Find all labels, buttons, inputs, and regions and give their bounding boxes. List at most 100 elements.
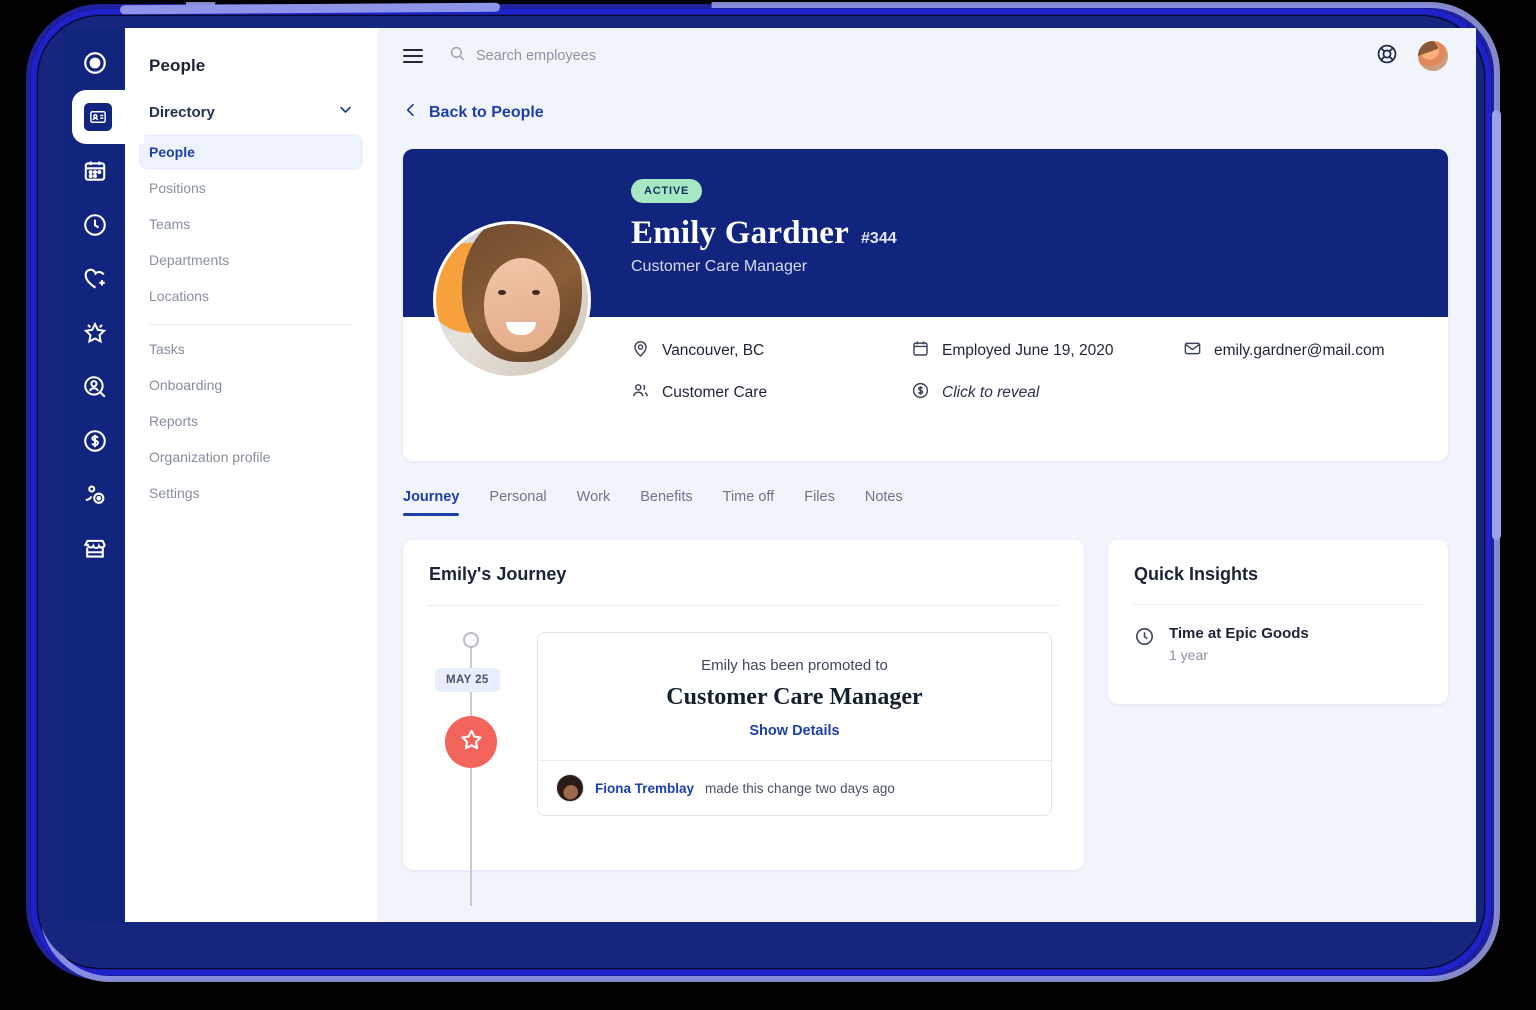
sidebar-item-departments[interactable]: Departments: [139, 242, 363, 278]
back-to-people-link[interactable]: Back to People: [377, 84, 1476, 123]
sidebar-item-reports[interactable]: Reports: [125, 403, 377, 439]
sidebar-item-teams[interactable]: Teams: [139, 206, 363, 242]
calendar-icon: [911, 339, 930, 363]
app-window: People Directory People Positions Teams …: [64, 28, 1476, 922]
quick-insights-card: Quick Insights Time at Epic Goods 1 year: [1108, 540, 1448, 704]
tab-personal[interactable]: Personal: [489, 489, 546, 516]
info-employed-date: Employed June 19, 2020: [911, 339, 1183, 363]
rail-item-payroll[interactable]: [64, 414, 125, 468]
rail-item-recruiting[interactable]: [64, 360, 125, 414]
info-location-text: Vancouver, BC: [662, 342, 765, 359]
topbar: Search employees: [377, 28, 1476, 84]
employee-id: #344: [861, 230, 897, 247]
employee-profile-card: ACTIVE Emily Gardner #344 Customer Care …: [403, 149, 1448, 461]
info-department-text: Customer Care: [662, 384, 768, 401]
help-icon[interactable]: [1376, 43, 1398, 70]
profile-tabs: Journey Personal Work Benefits Time off …: [377, 461, 1476, 516]
profile-info-grid: Vancouver, BC Employed June 19, 2020 emi…: [631, 339, 1448, 405]
sidebar-item-settings[interactable]: Settings: [125, 475, 377, 511]
insight-text-wrap: Time at Epic Goods 1 year: [1169, 625, 1309, 663]
clock-icon: [1134, 625, 1155, 663]
rail-item-directory[interactable]: [64, 90, 144, 144]
envelope-icon: [1183, 339, 1202, 363]
info-salary[interactable]: Click to reveal: [911, 381, 1183, 405]
rail-item-benefits[interactable]: [64, 252, 125, 306]
sidebar-item-onboarding[interactable]: Onboarding: [125, 367, 377, 403]
sidebar-item-positions[interactable]: Positions: [139, 170, 363, 206]
info-email: emily.gardner@mail.com: [1183, 339, 1448, 363]
screenshot-scene: People Directory People Positions Teams …: [0, 0, 1536, 1010]
tab-notes[interactable]: Notes: [865, 489, 903, 516]
tab-files[interactable]: Files: [804, 489, 835, 516]
info-salary-text: Click to reveal: [942, 384, 1040, 401]
tab-work[interactable]: Work: [577, 489, 611, 516]
sidebar-item-organization-profile[interactable]: Organization profile: [125, 439, 377, 475]
tab-journey[interactable]: Journey: [403, 489, 460, 516]
employee-photo: [433, 221, 591, 379]
rail-item-calendar[interactable]: [64, 144, 125, 198]
journey-event-body: Emily has been promoted to Customer Care…: [538, 633, 1051, 760]
insight-value: 1 year: [1169, 647, 1208, 663]
sidebar-group-label: Directory: [149, 103, 215, 121]
search-input[interactable]: Search employees: [449, 45, 596, 67]
rail-item-logo[interactable]: [64, 36, 125, 90]
employee-name: Emily Gardner: [631, 215, 850, 251]
author-name[interactable]: Fiona Tremblay: [595, 781, 694, 796]
timeline-date-pill: MAY 25: [435, 668, 500, 692]
star-icon: [459, 727, 484, 757]
info-department: Customer Care: [631, 381, 911, 405]
info-email-text: emily.gardner@mail.com: [1214, 342, 1385, 359]
timeline-endpoint-dot: [463, 632, 479, 648]
status-badge: ACTIVE: [631, 179, 703, 203]
dollar-circle-icon: [911, 381, 930, 405]
sidebar-item-tasks[interactable]: Tasks: [125, 331, 377, 367]
info-employed-text: Employed June 19, 2020: [942, 342, 1114, 359]
hamburger-menu-icon[interactable]: [403, 48, 423, 64]
rail-item-clock[interactable]: [64, 198, 125, 252]
secondary-sidebar: People Directory People Positions Teams …: [125, 28, 377, 922]
tab-content-panels: Emily's Journey MAY 25 Emily has been pr…: [377, 516, 1476, 906]
chevron-left-icon: [403, 102, 419, 123]
sidebar-item-people[interactable]: People: [139, 134, 363, 170]
journey-timeline: MAY 25 Emily has been promoted to Custom…: [403, 606, 1084, 906]
sidebar-item-locations[interactable]: Locations: [139, 278, 363, 314]
author-meta: made this change two days ago: [705, 780, 895, 796]
topbar-actions: [1376, 41, 1448, 71]
photo-eye-right: [532, 290, 540, 295]
id-card-icon: [84, 103, 112, 131]
info-location: Vancouver, BC: [631, 339, 911, 363]
tab-benefits[interactable]: Benefits: [640, 489, 692, 516]
photo-face: [484, 258, 560, 352]
journey-card: Emily's Journey MAY 25 Emily has been pr…: [403, 540, 1084, 906]
rail-item-performance[interactable]: [64, 306, 125, 360]
insights-heading: Quick Insights: [1134, 564, 1259, 584]
journey-event-title: Customer Care Manager: [666, 684, 923, 710]
journey-heading: Emily's Journey: [429, 564, 567, 584]
show-details-link[interactable]: Show Details: [749, 723, 839, 739]
main-content: Search employees Back to People ACTIVE E…: [377, 28, 1476, 922]
rail-item-store[interactable]: [64, 522, 125, 576]
employee-job-title: Customer Care Manager: [631, 258, 808, 275]
location-pin-icon: [631, 339, 650, 363]
sketch-stroke-right: [1492, 110, 1501, 540]
chevron-down-icon: [338, 102, 353, 122]
people-icon: [631, 381, 650, 405]
journey-event-subtitle: Emily has been promoted to: [701, 657, 888, 674]
sidebar-group-directory[interactable]: Directory: [125, 102, 377, 122]
user-avatar[interactable]: [1418, 41, 1448, 71]
search-placeholder: Search employees: [476, 48, 597, 64]
sidebar-title: People: [149, 56, 206, 75]
search-icon: [449, 45, 466, 67]
profile-name-row: Emily Gardner #344: [631, 215, 1448, 252]
timeline-promotion-marker: [445, 716, 497, 768]
sidebar-divider: [149, 324, 353, 325]
insight-item-time-at-company: Time at Epic Goods 1 year: [1108, 605, 1448, 663]
journey-event-footer: Fiona Tremblay made this change two days…: [538, 760, 1051, 815]
back-label: Back to People: [429, 103, 544, 121]
rail-item-workflows[interactable]: [64, 468, 125, 522]
insight-title: Time at Epic Goods: [1169, 625, 1309, 642]
author-avatar: [556, 774, 584, 802]
icon-rail: [64, 28, 144, 922]
photo-eye-left: [498, 290, 506, 295]
tab-time-off[interactable]: Time off: [723, 489, 775, 516]
